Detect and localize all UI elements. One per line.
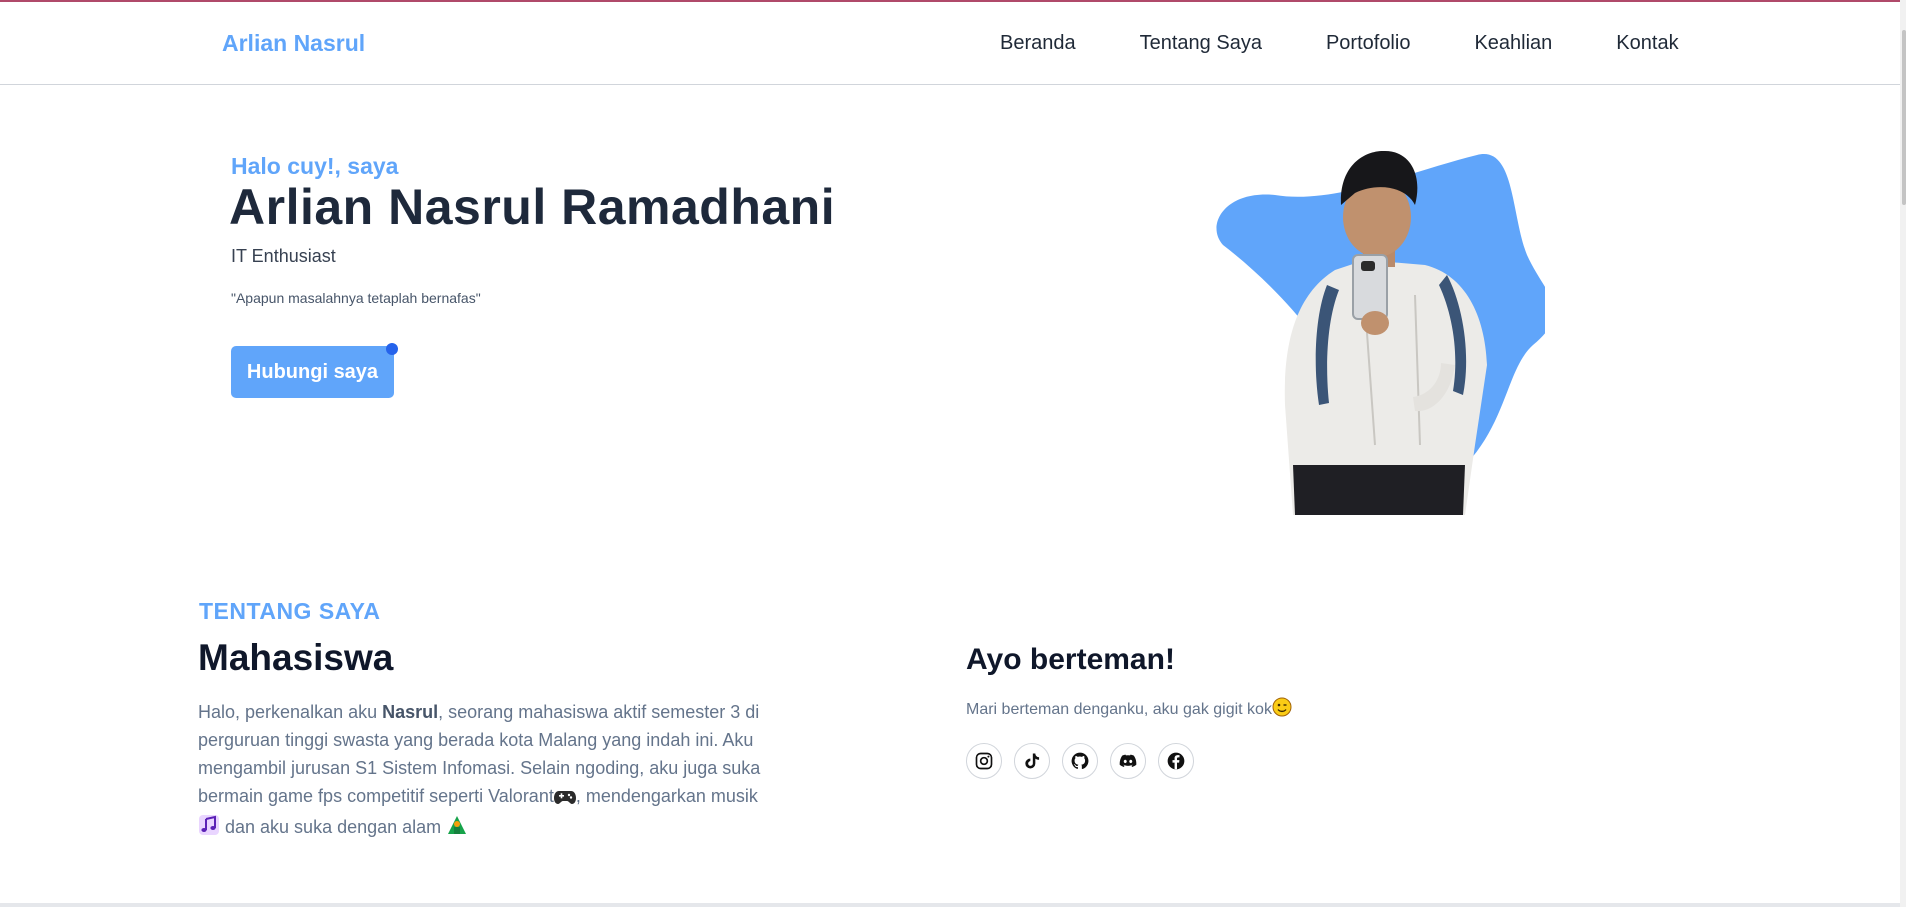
about-eyebrow: TENTANG SAYA (199, 598, 381, 624)
nature-person-icon (446, 814, 468, 844)
github-icon (1071, 752, 1089, 770)
hero-role: IT Enthusiast (231, 246, 336, 266)
discord-link[interactable] (1110, 743, 1146, 779)
about-description: Halo, perkenalkan aku Nasrul, seorang ma… (198, 698, 778, 844)
instagram-link[interactable] (966, 743, 1002, 779)
scrollbar-track[interactable] (1900, 0, 1906, 907)
about-text-1: Halo, perkenalkan aku (198, 702, 383, 722)
friends-title: Ayo berteman! (966, 643, 1175, 676)
hero-quote: "Apapun masalahnya tetaplah bernafas" (231, 290, 481, 306)
nav-item-keahlian[interactable]: Keahlian (1474, 32, 1552, 55)
facebook-link[interactable] (1158, 743, 1194, 779)
button-indicator-dot (386, 343, 398, 355)
game-controller-icon (553, 785, 576, 813)
winking-face-icon (1272, 697, 1292, 722)
github-link[interactable] (1062, 743, 1098, 779)
nav-item-portofolio[interactable]: Portofolio (1326, 32, 1411, 55)
page-bottom-divider (0, 903, 1900, 907)
discord-icon (1119, 754, 1137, 767)
hero-greeting: Halo cuy!, saya (231, 153, 399, 179)
social-links (966, 743, 1194, 779)
tiktok-icon (1025, 753, 1040, 769)
tiktok-link[interactable] (1014, 743, 1050, 779)
about-text-3: , mendengarkan musik (575, 786, 758, 806)
profile-photo (1216, 150, 1545, 515)
contact-button[interactable]: Hubungi saya (231, 346, 394, 398)
hero-name: Arlian Nasrul Ramadhani (229, 179, 836, 235)
navbar: Arlian Nasrul Beranda Tentang Saya Porto… (0, 2, 1906, 85)
friends-text: Mari berteman denganku, aku gak gigit ko… (966, 701, 1272, 718)
nav-item-beranda[interactable]: Beranda (1000, 32, 1076, 55)
music-note-icon (198, 814, 220, 844)
nav-item-tentang-saya[interactable]: Tentang Saya (1140, 32, 1262, 55)
about-title: Mahasiswa (198, 637, 394, 678)
brand-logo[interactable]: Arlian Nasrul (222, 30, 365, 57)
about-text-4: dan aku suka dengan alam (220, 817, 447, 837)
nav-item-kontak[interactable]: Kontak (1616, 32, 1678, 55)
about-name-bold: Nasrul (382, 702, 439, 722)
nav-menu: Beranda Tentang Saya Portofolio Keahlian… (1000, 32, 1679, 55)
friends-description: Mari berteman denganku, aku gak gigit ko… (966, 697, 1292, 722)
scrollbar-thumb[interactable] (1902, 30, 1906, 205)
facebook-icon (1167, 752, 1185, 770)
instagram-icon (975, 752, 993, 770)
